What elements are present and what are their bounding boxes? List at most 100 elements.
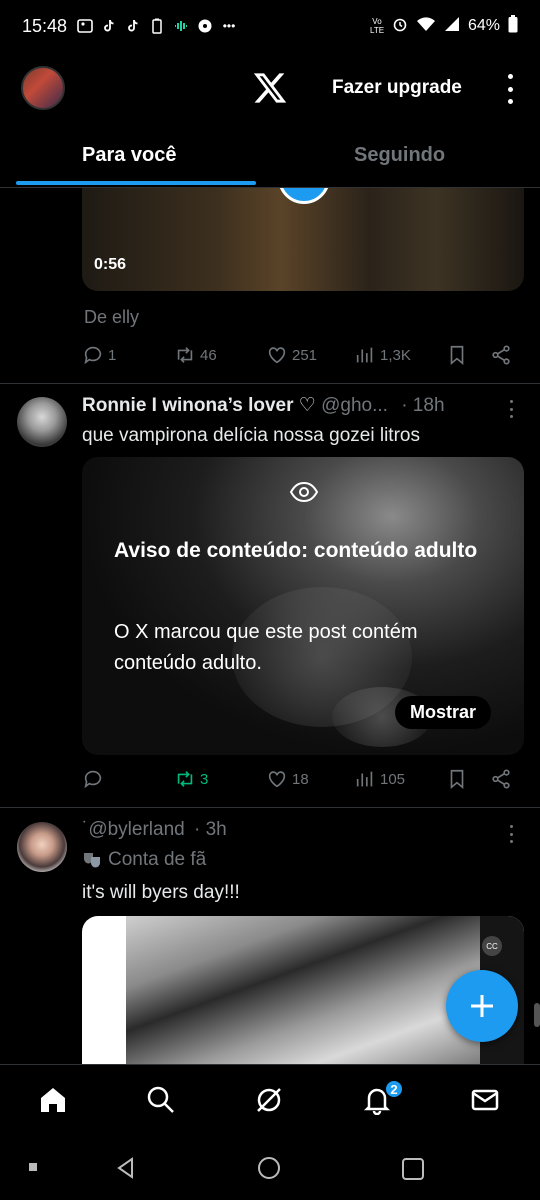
battery-level: 64% [467, 17, 500, 34]
home-icon[interactable] [38, 1085, 68, 1115]
grok-icon[interactable] [254, 1085, 284, 1115]
tiktok-icon [101, 18, 117, 34]
repost-button[interactable]: 46 [174, 344, 217, 366]
share-button[interactable] [490, 344, 512, 366]
repost-icon [177, 771, 193, 787]
x-logo-icon [253, 73, 287, 103]
bookmark-button[interactable] [446, 344, 468, 366]
author-avatar[interactable] [17, 397, 67, 447]
share-button[interactable] [490, 768, 512, 790]
repost-count: 3 [200, 770, 209, 788]
gallery-icon [77, 18, 93, 34]
reply-count: 1 [108, 346, 117, 364]
content-warning-title: Aviso de conteúdo: conteúdo adulto [114, 539, 478, 562]
post-divider [0, 807, 540, 808]
profile-avatar[interactable] [21, 66, 65, 110]
upgrade-button[interactable]: Fazer upgrade [332, 77, 462, 99]
more-notifications-icon: ••• [222, 19, 236, 33]
active-tab-indicator [16, 181, 256, 185]
alarm-icon [392, 16, 408, 37]
post-more-icon[interactable] [510, 825, 516, 843]
top-app-bar: Fazer upgrade [0, 60, 540, 120]
analytics-icon [356, 347, 373, 363]
post-actions: 1 46 251 1,3K [82, 344, 522, 374]
eye-icon [289, 481, 319, 503]
fan-account-text: Conta de fã [108, 849, 207, 870]
content-warning-description: O X marcou que este post contém conteúdo… [114, 621, 418, 674]
like-button[interactable]: 18 [266, 768, 309, 790]
chat-bubble-icon [197, 18, 213, 34]
signal-icon [444, 16, 460, 37]
post-text: it's will byers day!!! [82, 882, 240, 903]
bookmark-button[interactable] [446, 768, 468, 790]
notification-icons: ••• [77, 18, 237, 34]
reply-button[interactable] [82, 768, 108, 790]
tab-for-you[interactable]: Para você [82, 144, 177, 167]
search-icon[interactable] [146, 1085, 176, 1115]
post-more-icon[interactable] [510, 400, 516, 418]
timeline-tabs: Para você Seguindo [0, 130, 540, 188]
like-button[interactable]: 251 [266, 344, 317, 366]
bookmark-icon [450, 769, 464, 790]
view-count: 1,3K [380, 346, 411, 364]
heart-icon [268, 771, 286, 788]
author-avatar[interactable] [17, 822, 67, 872]
share-icon [492, 769, 510, 789]
home-circle-icon[interactable] [257, 1156, 281, 1180]
audio-wave-icon [173, 18, 189, 34]
post-author-line: Ronnie I winona’s lover ♡ @gho... · 18h [82, 394, 445, 417]
system-status: Vo LTE 64% [369, 14, 518, 38]
status-time: 15:48 [22, 15, 68, 36]
like-count: 18 [292, 770, 309, 788]
post-actions: 3 18 105 [82, 768, 522, 798]
notifications-badge: 2 [384, 1079, 404, 1099]
tab-following[interactable]: Seguindo [354, 144, 445, 167]
post-text: que vampirona delícia nossa gozei litros [82, 425, 420, 446]
reply-button[interactable]: 1 [82, 344, 116, 366]
play-button[interactable] [278, 188, 330, 204]
video-player[interactable]: 0:56 [82, 188, 524, 291]
captions-icon[interactable]: CC [482, 936, 502, 956]
more-options-icon[interactable] [500, 74, 520, 104]
theater-masks-icon [84, 853, 100, 868]
sensitive-media-card[interactable]: Aviso de conteúdo: conteúdo adulto O X m… [82, 457, 524, 755]
video-thumbnail [126, 916, 480, 1064]
battery-icon [508, 14, 518, 38]
compose-post-button[interactable] [446, 970, 518, 1042]
status-bar: 15:48 ••• Vo LTE 64% [0, 0, 540, 52]
video-source-label[interactable]: De elly [84, 307, 139, 328]
overview-square-icon[interactable] [401, 1157, 425, 1181]
battery-saver-icon [149, 18, 165, 34]
views-button[interactable]: 1,3K [354, 344, 411, 366]
heart-icon [268, 347, 286, 364]
recent-apps-dot-icon[interactable] [28, 1162, 38, 1172]
view-count: 105 [380, 770, 406, 788]
post-divider [0, 383, 540, 384]
author-handle[interactable]: ˙@bylerland [82, 819, 185, 840]
post-time: · 18h [401, 395, 445, 416]
repost-count: 46 [200, 346, 217, 364]
reply-icon [84, 346, 102, 365]
timeline-feed[interactable]: 0:56 De elly 1 46 251 1,3K Ronnie I wino… [0, 188, 540, 1064]
repost-icon [177, 347, 193, 363]
show-media-button[interactable]: Mostrar [395, 696, 492, 729]
bookmark-icon [450, 345, 464, 366]
post-author-line: ˙@bylerland · 3h [82, 819, 227, 841]
views-button[interactable]: 105 [354, 768, 405, 790]
share-icon [492, 345, 510, 365]
bottom-navigation: 2 [0, 1064, 540, 1136]
system-navigation-bar [0, 1136, 540, 1200]
wifi-icon [416, 16, 436, 37]
video-duration: 0:56 [94, 256, 127, 273]
like-count: 251 [292, 346, 318, 364]
author-handle[interactable]: @gho... [321, 395, 388, 416]
volte-icon: Vo LTE [369, 17, 385, 35]
author-name[interactable]: Ronnie I winona’s lover ♡ [82, 395, 316, 416]
back-icon[interactable] [114, 1156, 138, 1180]
analytics-icon [356, 771, 373, 787]
messages-icon[interactable] [470, 1085, 500, 1115]
tiktok-icon [125, 18, 141, 34]
scrollbar-thumb[interactable] [534, 1003, 540, 1027]
repost-button[interactable]: 3 [174, 768, 208, 790]
plus-icon [471, 995, 493, 1017]
